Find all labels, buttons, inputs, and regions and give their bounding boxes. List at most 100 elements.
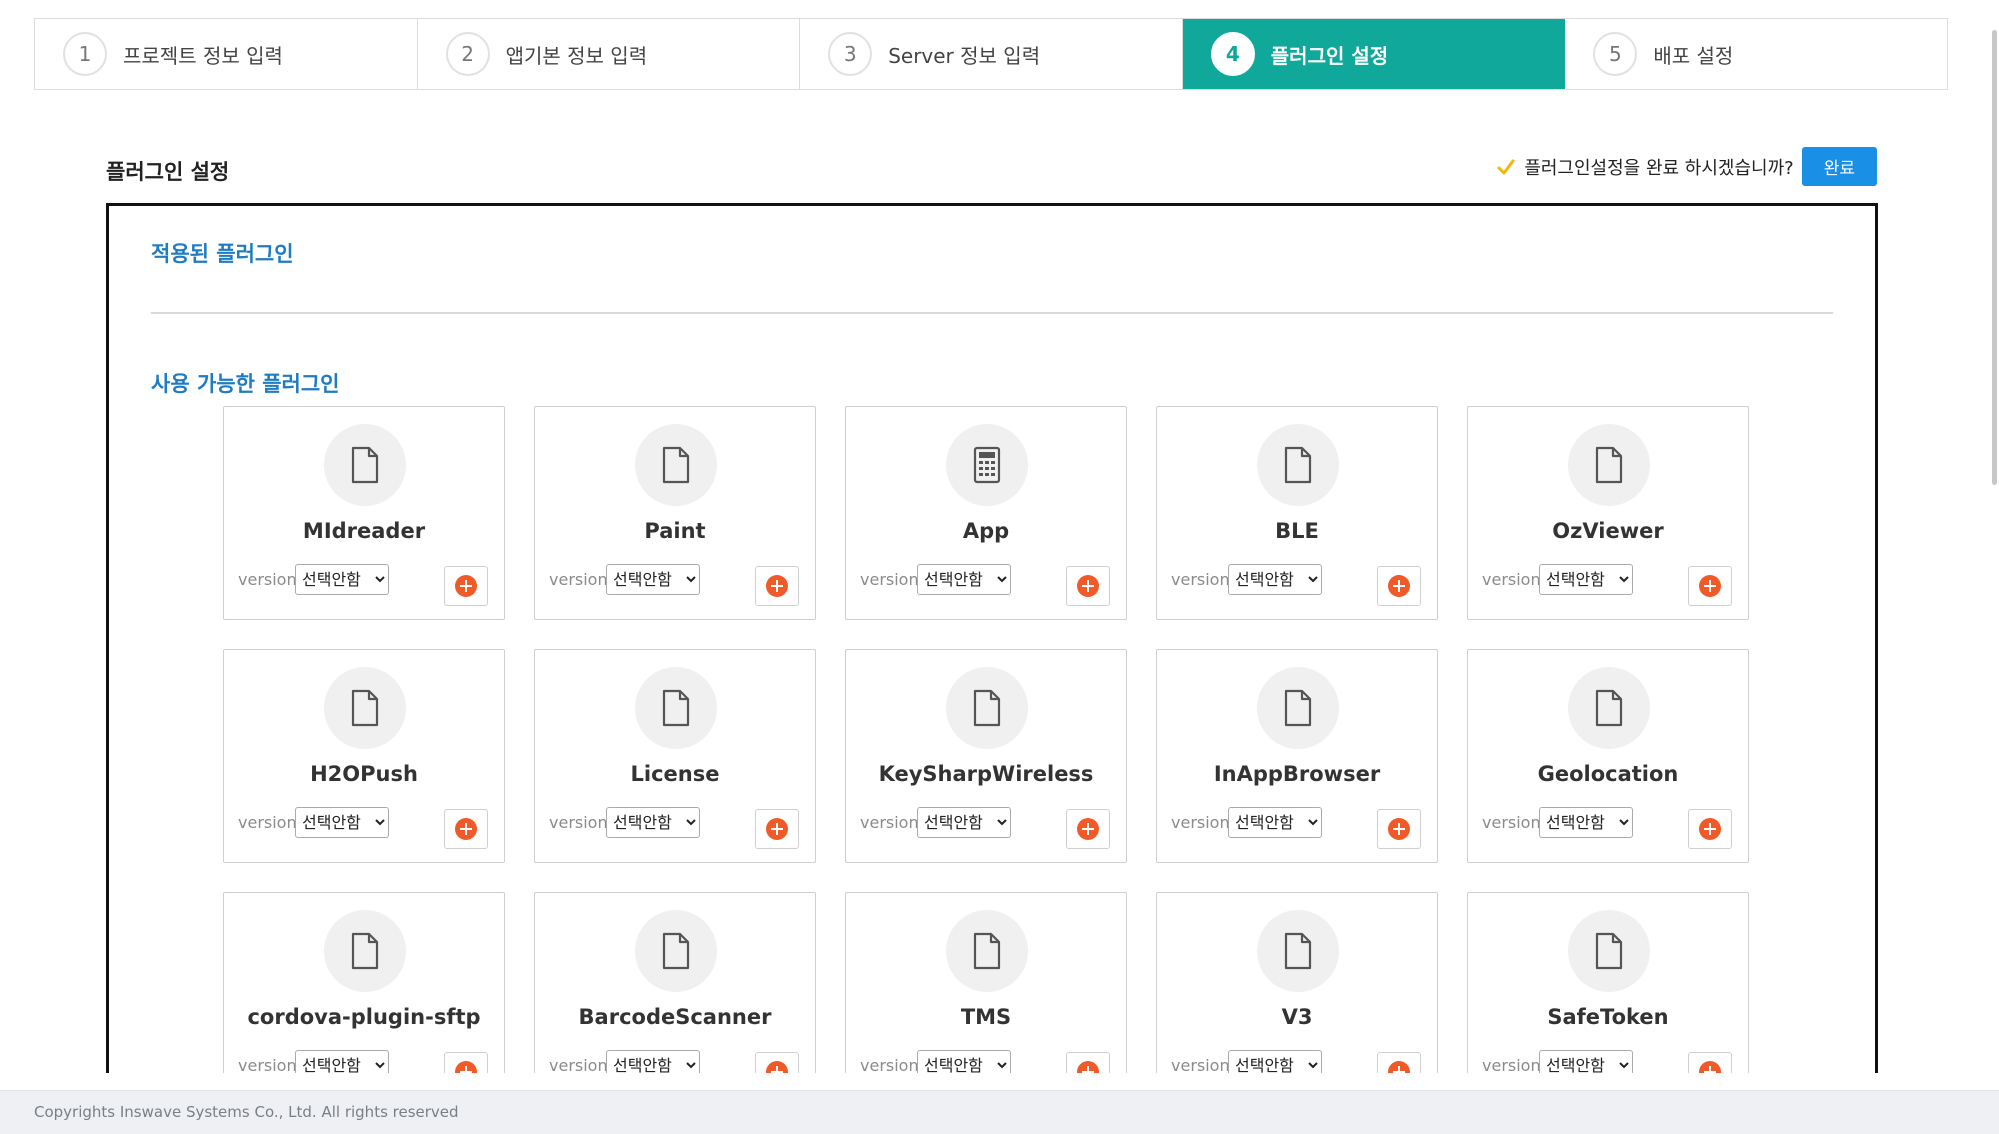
plugin-grid: MIdreader version 선택안함 Paint version 선택안함 App v… xyxy=(223,406,1749,1073)
plus-circle-icon xyxy=(1077,818,1099,840)
step-deploy-settings[interactable]: 5 배포 설정 xyxy=(1565,19,1947,89)
plugin-card: BLE version 선택안함 xyxy=(1156,406,1438,620)
add-plugin-button[interactable] xyxy=(755,809,799,849)
version-select[interactable]: 선택안함 xyxy=(1539,564,1633,595)
plugin-name: MIdreader xyxy=(302,519,426,543)
version-select[interactable]: 선택안함 xyxy=(606,1050,700,1073)
plus-circle-icon xyxy=(1699,575,1721,597)
plus-circle-icon xyxy=(455,575,477,597)
step-label: 앱기본 정보 입력 xyxy=(505,43,648,68)
checkmark-icon xyxy=(1497,159,1515,174)
version-select[interactable]: 선택안함 xyxy=(917,1050,1011,1073)
vertical-scrollbar[interactable] xyxy=(1989,0,1999,1090)
add-plugin-button[interactable] xyxy=(1688,809,1732,849)
plus-circle-icon xyxy=(766,818,788,840)
add-plugin-button[interactable] xyxy=(1066,1052,1110,1073)
document-icon xyxy=(946,910,1028,992)
add-plugin-button[interactable] xyxy=(1688,566,1732,606)
document-icon xyxy=(1257,667,1339,749)
page-title: 플러그인 설정 xyxy=(106,160,230,184)
plugin-card: InAppBrowser version 선택안함 xyxy=(1156,649,1438,863)
plugin-card: Paint version 선택안함 xyxy=(534,406,816,620)
version-select[interactable]: 선택안함 xyxy=(295,564,389,595)
add-plugin-button[interactable] xyxy=(755,566,799,606)
version-select[interactable]: 선택안함 xyxy=(606,807,700,838)
plugin-panel: 적용된 플러그인 사용 가능한 플러그인 MIdreader version 선택안… xyxy=(106,203,1878,1073)
add-plugin-button[interactable] xyxy=(1377,566,1421,606)
plugin-card: MIdreader version 선택안함 xyxy=(223,406,505,620)
plus-circle-icon xyxy=(1388,1061,1410,1073)
plugin-card: KeySharpWireless version 선택안함 xyxy=(845,649,1127,863)
plugin-name: Paint xyxy=(644,519,706,543)
plugin-name: KeySharpWireless xyxy=(878,762,1094,786)
document-icon xyxy=(324,424,406,506)
wizard-stepper: 1 프로젝트 정보 입력 2 앱기본 정보 입력 3 Server 정보 입력 … xyxy=(34,18,1948,90)
plugin-name: License xyxy=(630,762,720,786)
version-select[interactable]: 선택안함 xyxy=(1228,1050,1322,1073)
add-plugin-button[interactable] xyxy=(1688,1052,1732,1073)
plus-circle-icon xyxy=(766,1061,788,1073)
version-select[interactable]: 선택안함 xyxy=(1539,807,1633,838)
document-icon xyxy=(946,667,1028,749)
add-plugin-button[interactable] xyxy=(1066,809,1110,849)
plus-circle-icon xyxy=(1388,575,1410,597)
plus-circle-icon xyxy=(766,575,788,597)
version-select[interactable]: 선택안함 xyxy=(917,564,1011,595)
add-plugin-button[interactable] xyxy=(444,1052,488,1073)
version-label: version xyxy=(1171,570,1230,589)
document-icon xyxy=(635,910,717,992)
plugin-name: H2OPush xyxy=(310,762,418,786)
add-plugin-button[interactable] xyxy=(444,566,488,606)
step-number: 5 xyxy=(1593,32,1638,76)
complete-button[interactable]: 완료 xyxy=(1801,147,1877,186)
plugin-name: SafeToken xyxy=(1547,1005,1669,1029)
plugin-card: OzViewer version 선택안함 xyxy=(1467,406,1749,620)
add-plugin-button[interactable] xyxy=(1066,566,1110,606)
plugin-card: cordova-plugin-sftp version 선택안함 xyxy=(223,892,505,1073)
plugin-name: OzViewer xyxy=(1552,519,1664,543)
step-label: 플러그인 설정 xyxy=(1270,43,1389,68)
version-label: version xyxy=(1482,570,1541,589)
plus-circle-icon xyxy=(1077,1061,1099,1073)
document-icon xyxy=(1257,424,1339,506)
version-select[interactable]: 선택안함 xyxy=(917,807,1011,838)
document-icon xyxy=(324,910,406,992)
version-label: version xyxy=(1482,813,1541,832)
copyright-text: Copyrights Inswave Systems Co., Ltd. All… xyxy=(34,1103,459,1121)
calculator-icon xyxy=(946,424,1028,506)
plugin-card: BarcodeScanner version 선택안함 xyxy=(534,892,816,1073)
plugin-name: InAppBrowser xyxy=(1213,762,1381,786)
plugin-card: H2OPush version 선택안함 xyxy=(223,649,505,863)
document-icon xyxy=(1257,910,1339,992)
plus-circle-icon xyxy=(1077,575,1099,597)
version-select[interactable]: 선택안함 xyxy=(1228,564,1322,595)
step-plugin-settings[interactable]: 4 플러그인 설정 xyxy=(1182,19,1566,89)
version-select[interactable]: 선택안함 xyxy=(606,564,700,595)
step-server-info[interactable]: 3 Server 정보 입력 xyxy=(800,19,1183,89)
step-app-info[interactable]: 2 앱기본 정보 입력 xyxy=(418,19,801,89)
scrollbar-thumb[interactable] xyxy=(1992,30,1997,485)
version-select[interactable]: 선택안함 xyxy=(1228,807,1322,838)
add-plugin-button[interactable] xyxy=(755,1052,799,1073)
version-label: version xyxy=(238,1056,297,1073)
plugin-name: V3 xyxy=(1281,1005,1313,1029)
step-number: 1 xyxy=(63,32,107,76)
version-label: version xyxy=(238,813,297,832)
version-select[interactable]: 선택안함 xyxy=(295,1050,389,1073)
plugin-card: App version 선택안함 xyxy=(845,406,1127,620)
plugin-card: V3 version 선택안함 xyxy=(1156,892,1438,1073)
add-plugin-button[interactable] xyxy=(1377,1052,1421,1073)
footer: Copyrights Inswave Systems Co., Ltd. All… xyxy=(0,1090,1999,1134)
version-label: version xyxy=(860,570,919,589)
plus-circle-icon xyxy=(1699,818,1721,840)
step-label: 배포 설정 xyxy=(1653,43,1734,68)
step-project-info[interactable]: 1 프로젝트 정보 입력 xyxy=(35,19,418,89)
version-select[interactable]: 선택안함 xyxy=(295,807,389,838)
document-icon xyxy=(1568,424,1650,506)
applied-plugins-title: 적용된 플러그인 xyxy=(151,242,294,266)
step-number: 4 xyxy=(1210,32,1255,76)
add-plugin-button[interactable] xyxy=(1377,809,1421,849)
version-select[interactable]: 선택안함 xyxy=(1539,1050,1633,1073)
add-plugin-button[interactable] xyxy=(444,809,488,849)
plugin-name: App xyxy=(962,519,1010,543)
